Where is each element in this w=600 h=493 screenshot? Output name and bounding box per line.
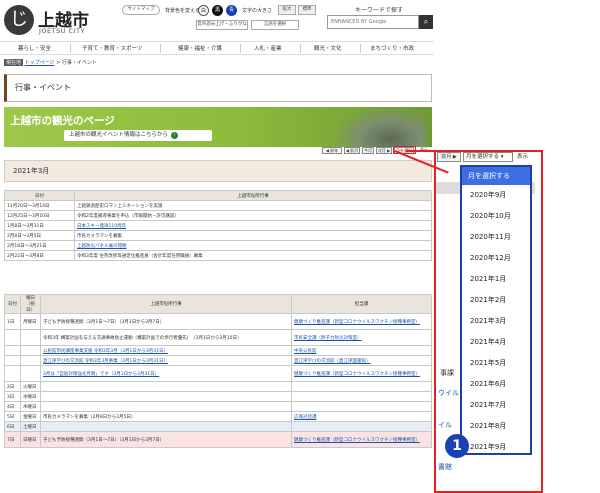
dropdown-option[interactable]: 2021年2月 — [462, 290, 530, 311]
table-row: 令和3年 構築計画を与える交通事故防止運動（構築計画での歩行者優先） （3月1日… — [4, 329, 432, 346]
font-size-label: 文字の大きさ — [242, 8, 273, 14]
table-header: 曜日（祝日） — [20, 294, 41, 314]
table-row: 2月22日～3月8日 令和3年度 住宅改修等通定化推進員（会計年度任用職員）募集 — [4, 250, 432, 261]
dropdown-option[interactable]: 2020年10月 — [462, 206, 530, 227]
search-icon: ⌕ — [423, 17, 429, 26]
table-header: 上越市役所行事 — [74, 190, 432, 201]
table-row: 直江津学びの交流館 令和3年3月事業（3月1日から3月31日） 直江津学びの交流館… — [4, 355, 432, 366]
table-row: 5日 金曜日 市民カメラマンを募集（2月8日から3月5日） 広報対話課 — [4, 411, 432, 422]
dropdown-option[interactable]: 2021年5月 — [462, 353, 530, 374]
nav-item-childcare[interactable]: 子育て・教育・スポーツ — [82, 44, 142, 52]
table-row: 1日 月曜日 子ども予防接種週間（3月1日～7日）（3月1日から3月7日） 健康づくり… — [4, 313, 432, 330]
banner-title: 上越市の観光のページ — [10, 115, 115, 127]
bg-white-button[interactable]: 白 — [198, 5, 209, 16]
table-row: 7日 日曜日 子ども予防接種週間（3月1日～7日）（3月1日から3月7日） 健康づくり… — [4, 431, 432, 448]
nav-item-city[interactable]: まちづくり・市政 — [370, 44, 414, 52]
sitemap-link[interactable]: サイトマップ — [122, 5, 160, 15]
nav-item-living[interactable]: 暮らし・安全 — [18, 44, 51, 52]
search-input[interactable]: ENHANCED BY Google — [327, 15, 419, 29]
table-header: 日付 — [4, 294, 21, 314]
highlight-connector — [406, 150, 441, 152]
next-month-button[interactable]: 次月 ▶ — [376, 147, 392, 154]
table-row: 2日 火曜日 — [4, 381, 432, 392]
table-row: 3日 水曜日 — [4, 391, 432, 402]
site-header: じ 上越市 JOETSU CITY サイトマップ 背景色を変える 白 黒 青 文… — [0, 0, 600, 40]
table-row: 公民館市民講座事業支援 令和3年3月（3月1日から3月31日） 中央公民館 — [4, 345, 432, 356]
bg-blue-button[interactable]: 青 — [226, 5, 237, 16]
dropdown-option[interactable]: 2021年1月 — [462, 269, 530, 290]
page-title: 行事・イベント — [4, 74, 432, 102]
dropdown-option[interactable]: 2021年6月 — [462, 374, 530, 395]
table-row: 1月8日～3月31日 日本スキー発祥110周年 — [4, 220, 432, 231]
month-dropdown[interactable]: 月を選択する 2020年9月 2020年10月 2020年11月 2020年12… — [460, 165, 532, 455]
arrow-right-icon: › — [171, 132, 179, 139]
event-link[interactable]: 上越防災パネル展の開催 — [74, 240, 432, 251]
summary-table: 日付 上越市役所行事 11月20日～3月14日 上越鉄道歴史ロマン上ミネーションを… — [4, 190, 432, 261]
table-row: 12月25日～3月10日 令和2年度補導事業を申込（市報開始・許可講談） — [4, 210, 432, 221]
global-nav: 暮らし・安全 子育て・教育・スポーツ 健康・福祉・介護 入札・産業 観光・文化 … — [0, 41, 434, 55]
dropdown-option[interactable]: 2021年9月 — [462, 437, 530, 458]
dropdown-option[interactable]: 2020年11月 — [462, 227, 530, 248]
font-standard-button[interactable]: 標準 — [298, 5, 316, 15]
voice-furigana-button[interactable]: 音声読み上げ・ふりがな — [196, 20, 248, 30]
nav-item-tourism[interactable]: 観光・文化 — [314, 44, 342, 52]
banner-link[interactable]: 上越市の観光イベント情報はこちらから › — [64, 130, 212, 141]
dropdown-option[interactable]: 2021年7月 — [462, 395, 530, 416]
breadcrumb-here: 現在地 — [4, 59, 24, 66]
table-row: 4日 木曜日 — [4, 401, 432, 412]
table-row: 2月18日～3月21日 上越防災パネル展の開催 — [4, 240, 432, 251]
site-logo[interactable]: じ 上越市 JOETSU CITY — [4, 5, 114, 35]
daily-table: 日付 曜日（祝日） 上越市役所行事 担当課 1日 月曜日 子ども予防接種週間（3月1… — [4, 294, 432, 448]
table-row: 6日 土曜日 — [4, 421, 432, 432]
table-row: 11月20日～3月14日 上越鉄道歴史ロマン上ミネーションを実施 — [4, 200, 432, 211]
font-large-button[interactable]: 拡大 — [278, 5, 296, 15]
table-header: 日付 — [4, 190, 75, 201]
bg-color-label: 背景色を変える — [165, 8, 200, 14]
dropdown-option[interactable]: 2021年4月 — [462, 332, 530, 353]
breadcrumb: 現在地 トップページ > 行事・イベント — [4, 59, 97, 66]
search-button[interactable]: ⌕ — [419, 15, 433, 29]
dropdown-option[interactable]: 2021年3月 — [462, 311, 530, 332]
city-emblem-icon: じ — [4, 5, 34, 35]
bg-black-button[interactable]: 黒 — [212, 5, 223, 16]
nav-item-industry[interactable]: 入札・産業 — [254, 44, 282, 52]
site-subtitle: JOETSU CITY — [39, 27, 85, 35]
search-label: キーワードで探す — [355, 7, 404, 14]
event-link[interactable]: 日本スキー発祥110周年 — [74, 220, 432, 231]
statue-image — [336, 107, 426, 147]
dropdown-option-placeholder[interactable]: 月を選択する — [462, 167, 530, 185]
dropdown-option[interactable]: 2021年8月 — [462, 416, 530, 437]
step-badge: 1 — [445, 434, 469, 458]
tourism-banner[interactable]: 上越市の観光のページ 上越市の観光イベント情報はこちらから › — [4, 107, 432, 147]
dropdown-option[interactable]: 2020年9月 — [462, 185, 530, 206]
prev-year-button[interactable]: ◀ 前年 — [322, 147, 342, 154]
breadcrumb-current: 行事・イベント — [61, 60, 97, 66]
table-row: 2月8日～3月5日 市民カメラマンを募集 — [4, 230, 432, 241]
breadcrumb-top-link[interactable]: トップページ — [25, 60, 55, 66]
table-header: 担当課 — [291, 294, 432, 314]
dropdown-option[interactable]: 2020年12月 — [462, 248, 530, 269]
prev-month-button[interactable]: ◀ 前月 — [344, 147, 360, 154]
nav-item-health[interactable]: 健康・福祉・介護 — [178, 44, 222, 52]
this-month-button[interactable]: 今月 — [362, 147, 374, 154]
language-select[interactable]: 言語を選択 — [251, 20, 299, 30]
month-title: 2021年3月 — [4, 160, 432, 182]
table-header: 上越市役所行事 — [40, 294, 292, 314]
table-row: 3月は「自殺対策強化月間」です（3月1日から3月31日） 健康づくり推進課（新型コ… — [4, 365, 432, 382]
